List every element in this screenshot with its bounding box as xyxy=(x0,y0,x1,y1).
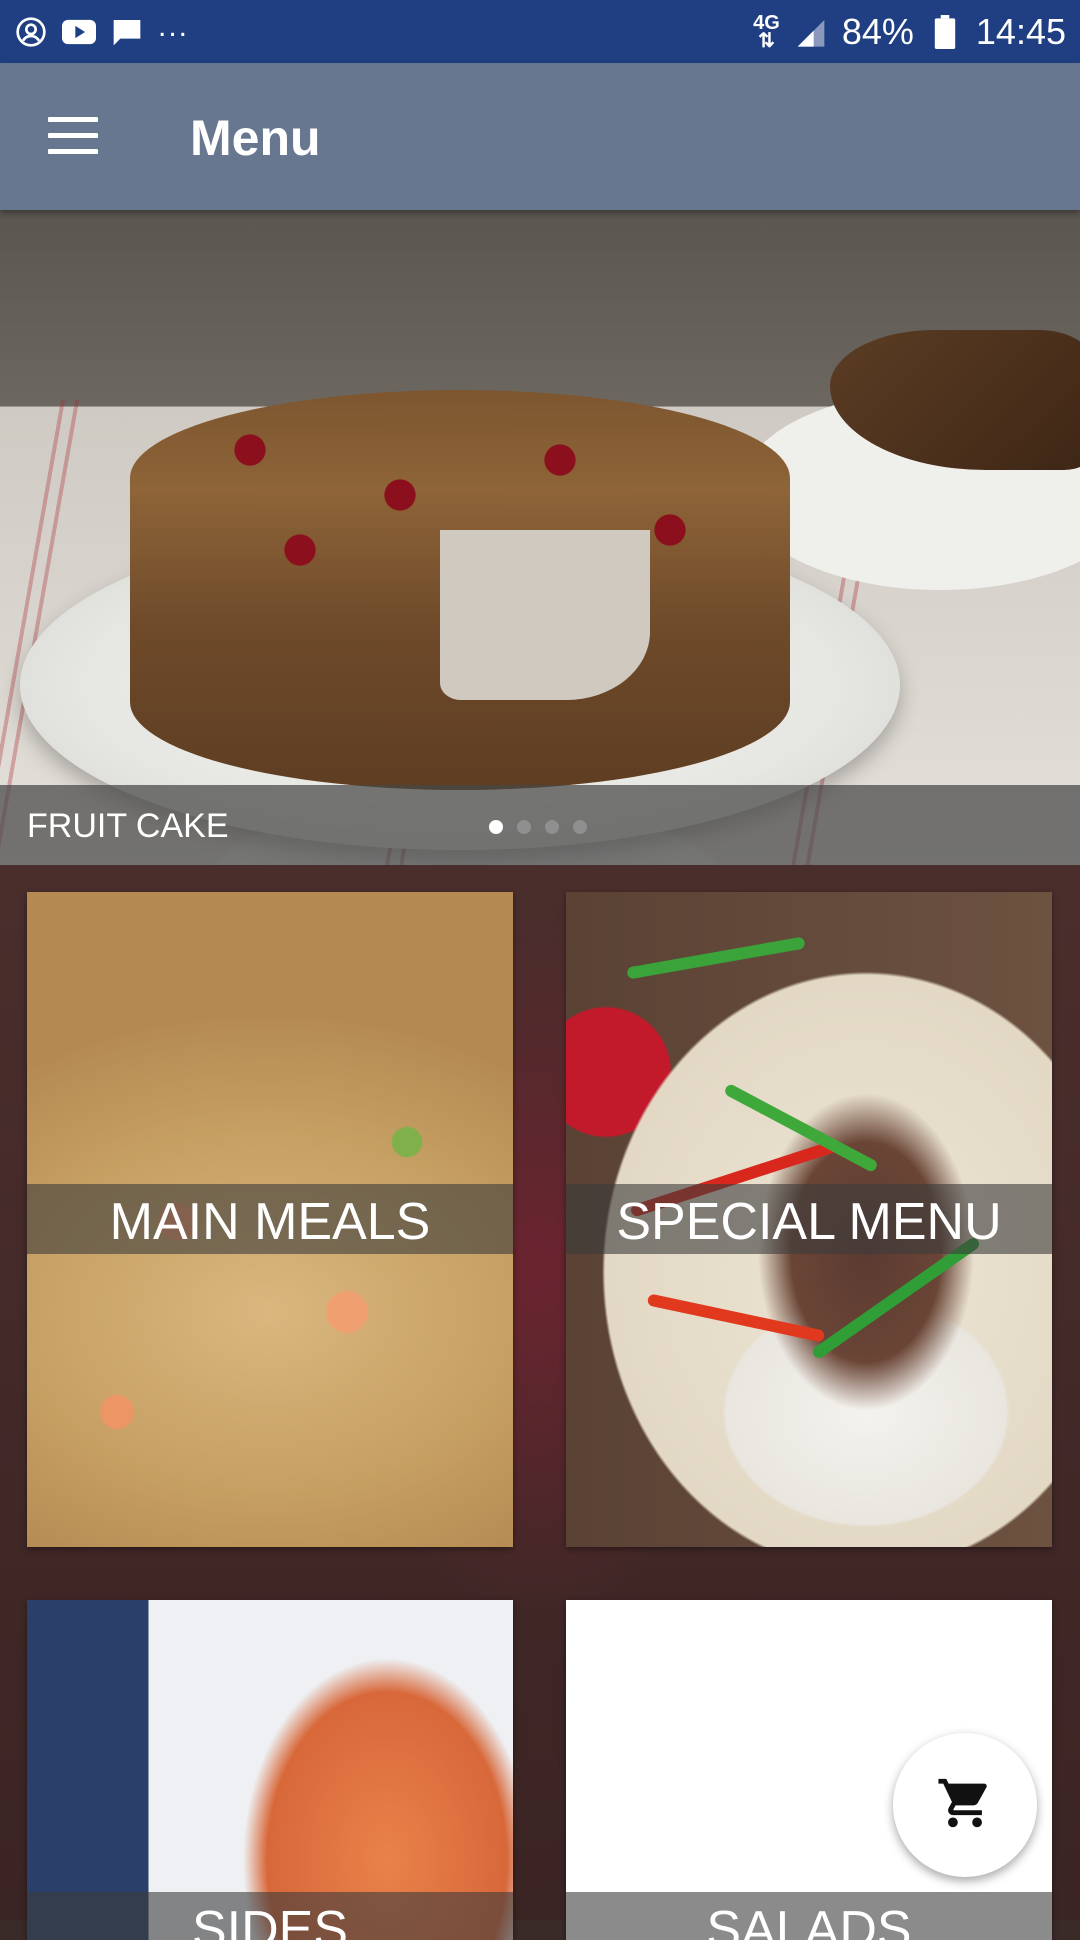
slider-indicator xyxy=(489,820,587,834)
category-tile-main-meals[interactable]: MAIN MEALS xyxy=(27,892,513,1547)
message-icon xyxy=(110,15,144,49)
slider-dot-4[interactable] xyxy=(573,820,587,834)
slider-dot-2[interactable] xyxy=(517,820,531,834)
tile-label-bar: SPECIAL MENU xyxy=(566,1184,1052,1254)
pepper-strip xyxy=(810,1235,982,1361)
tile-label-bar: SIDES xyxy=(27,1892,513,1940)
more-notifications: ... xyxy=(158,9,190,43)
network-4g-icon: 4G ⇅ xyxy=(753,11,780,52)
tile-label: SALADS xyxy=(706,1901,912,1940)
tile-label: MAIN MEALS xyxy=(109,1193,431,1251)
status-bar-left: ... xyxy=(14,10,189,49)
slider-dot-3[interactable] xyxy=(545,820,559,834)
battery-percentage: 84% xyxy=(841,10,914,52)
tile-label: SPECIAL MENU xyxy=(616,1193,1002,1251)
pepper-strip xyxy=(646,1293,826,1343)
network-type-text: 4G xyxy=(753,11,780,34)
account-circle-icon xyxy=(14,15,48,49)
status-bar: ... 4G ⇅ 84% 14:45 xyxy=(0,0,1080,63)
tile-label-bar: SALADS xyxy=(566,1892,1052,1940)
cake-cut xyxy=(440,530,650,700)
category-tile-special-menu[interactable]: SPECIAL MENU xyxy=(566,892,1052,1547)
tile-label: SIDES xyxy=(191,1901,349,1940)
hamburger-menu-icon[interactable] xyxy=(48,117,98,155)
tile-label-bar: MAIN MEALS xyxy=(27,1184,513,1254)
pepper-strip xyxy=(626,936,806,980)
cart-fab-button[interactable] xyxy=(893,1733,1037,1877)
cart-icon xyxy=(936,1774,994,1837)
battery-icon xyxy=(928,14,962,49)
status-bar-right: 4G ⇅ 84% 14:45 xyxy=(753,11,1066,53)
signal-icon xyxy=(794,15,828,49)
youtube-icon xyxy=(62,15,96,49)
hero-slider[interactable]: FRUIT CAKE xyxy=(0,210,1080,865)
clock: 14:45 xyxy=(975,10,1066,52)
page-title: Menu xyxy=(190,110,321,166)
hero-caption-bar: FRUIT CAKE xyxy=(0,785,1080,865)
slider-dot-1[interactable] xyxy=(489,820,503,834)
app-bar: Menu xyxy=(0,63,1080,210)
category-tile-sides[interactable]: SIDES xyxy=(27,1600,513,1940)
hero-caption: FRUIT CAKE xyxy=(27,807,229,845)
